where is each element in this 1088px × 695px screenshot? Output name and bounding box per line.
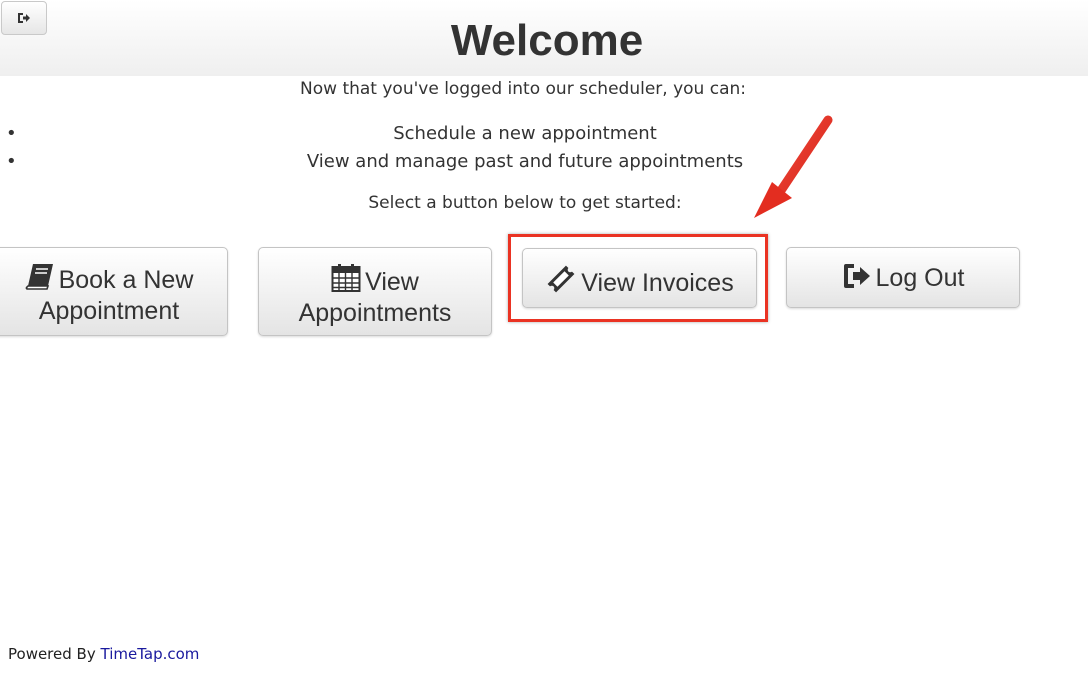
book-appointment-button[interactable]: Book a New Appointment <box>0 247 228 336</box>
intro-text: Now that you've logged into our schedule… <box>300 79 746 99</box>
button-label-line1: Book a New <box>58 266 194 294</box>
footer: Powered By TimeTap.com <box>8 644 199 664</box>
sign-out-icon <box>842 263 872 295</box>
bullet-dot: • <box>6 151 17 172</box>
page: Welcome Now that you've logged into our … <box>0 0 1088 695</box>
annotation-highlight-box <box>508 234 768 322</box>
feature-list: • Schedule a new appointment • View and … <box>0 120 1050 176</box>
list-item-text: View and manage past and future appointm… <box>306 151 744 172</box>
logout-button[interactable]: Log Out <box>786 247 1020 308</box>
footer-prefix: Powered By <box>8 645 96 663</box>
bullet-dot: • <box>6 123 17 144</box>
page-title: Welcome <box>450 16 644 65</box>
annotation-arrow-icon <box>754 115 833 218</box>
button-label-line2: Appointment <box>38 297 180 325</box>
timetap-link[interactable]: TimeTap.com <box>101 645 200 663</box>
button-label-line2: Appointments <box>298 299 452 327</box>
button-label: Log Out <box>875 264 965 292</box>
header-bar: Welcome <box>0 0 1088 76</box>
button-label-line1: View <box>365 268 419 296</box>
view-appointments-button[interactable]: View Appointments <box>258 247 492 336</box>
list-item: • View and manage past and future appoin… <box>0 148 1050 176</box>
calendar-icon <box>331 263 361 299</box>
instruction-text: Select a button below to get started: <box>368 193 682 213</box>
list-item-text: Schedule a new appointment <box>393 123 657 144</box>
list-item: • Schedule a new appointment <box>0 120 1050 148</box>
book-icon <box>25 263 55 297</box>
